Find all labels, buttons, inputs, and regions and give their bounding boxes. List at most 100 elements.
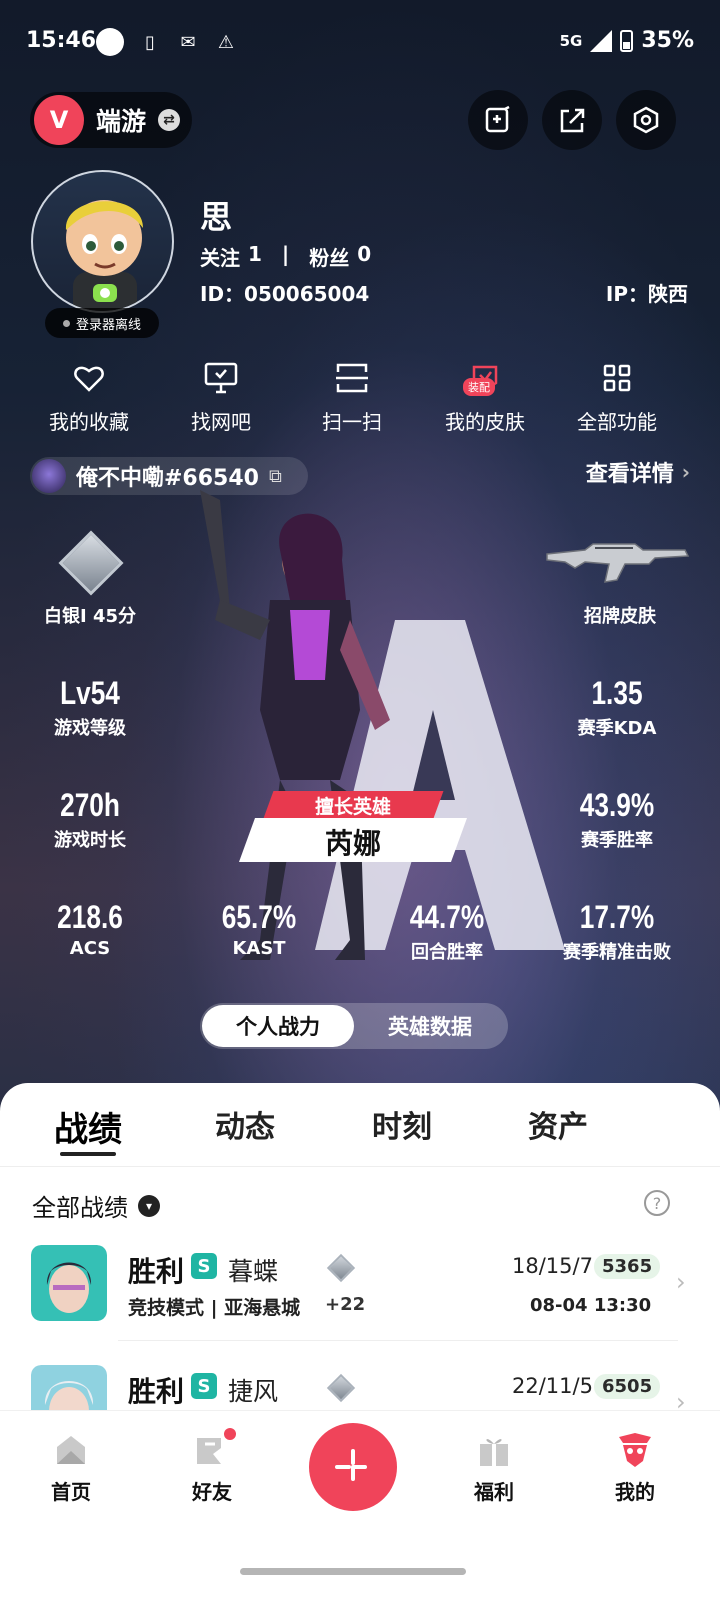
records-filter[interactable]: 全部战绩 ▾ bbox=[32, 1188, 160, 1223]
status-time: 15:46 bbox=[26, 28, 97, 53]
user-id: ID：050065004 bbox=[200, 282, 370, 306]
stat-headshot-value: 17.7% bbox=[579, 899, 655, 935]
toggle-hero-data[interactable]: 英雄数据 bbox=[354, 1005, 506, 1047]
home-icon bbox=[51, 1430, 91, 1470]
stat-winrate-label: 赛季胜率 bbox=[581, 830, 653, 851]
stat-kda-label: 赛季KDA bbox=[577, 718, 657, 739]
follow-stats: 关注 1 | 粉丝 0 bbox=[200, 242, 371, 271]
chevron-right-icon: › bbox=[676, 1268, 686, 1296]
quick-label-all-functions: 全部功能 bbox=[577, 410, 657, 434]
valorant-logo-icon: V bbox=[34, 95, 84, 145]
match-score: 6505 bbox=[594, 1374, 661, 1399]
tab-records[interactable]: 战绩 bbox=[54, 1102, 122, 1151]
stat-playtime: 270h 游戏时长 bbox=[15, 787, 165, 852]
app-switch-pill[interactable]: V 端游 ⇄ bbox=[30, 92, 192, 148]
follow-separator: | bbox=[281, 242, 290, 266]
avatar[interactable] bbox=[31, 170, 174, 313]
mode-chip-icon: S bbox=[191, 1373, 217, 1399]
avatar-character-image bbox=[65, 200, 143, 311]
view-details-label: 查看详情 bbox=[585, 462, 674, 487]
nav-mine-label: 我的 bbox=[615, 1480, 655, 1504]
notification-dot bbox=[224, 1428, 236, 1440]
fans-label[interactable]: 粉丝 bbox=[309, 242, 349, 271]
quick-scan[interactable]: 扫一扫 bbox=[282, 360, 422, 435]
quick-all-functions[interactable]: 全部功能 bbox=[547, 360, 687, 435]
settings-button[interactable] bbox=[616, 90, 676, 150]
friends-icon bbox=[192, 1428, 236, 1470]
login-status-text: 登录器离线 bbox=[75, 317, 141, 333]
match-date: 08-04 13:30 bbox=[530, 1295, 652, 1316]
stat-playtime-label: 游戏时长 bbox=[54, 830, 126, 851]
nav-friends[interactable]: 好友 bbox=[162, 1428, 262, 1505]
stat-kast-label: KAST bbox=[232, 938, 286, 959]
best-hero-tag: 擅长英雄 bbox=[314, 796, 391, 818]
heart-icon bbox=[71, 360, 107, 396]
share-button[interactable] bbox=[542, 90, 602, 150]
skin-icon: 装配 bbox=[463, 360, 503, 396]
tab-active-indicator bbox=[60, 1152, 116, 1156]
status-notification-icons: ▯ ✉ ⚠ bbox=[96, 28, 238, 56]
app-name: 端游 bbox=[96, 107, 147, 136]
row-divider bbox=[118, 1340, 678, 1341]
chevron-down-icon: ▾ bbox=[138, 1194, 160, 1217]
quick-favorites[interactable]: 我的收藏 bbox=[19, 360, 159, 435]
stat-kast-value: 65.7% bbox=[221, 899, 297, 935]
stat-level: Lv54 游戏等级 bbox=[15, 675, 165, 740]
offline-dot-icon bbox=[62, 319, 70, 327]
stat-acs: 218.6 ACS bbox=[15, 899, 165, 959]
phone-icon: ▯ bbox=[145, 31, 155, 53]
gift-icon bbox=[474, 1430, 514, 1470]
quick-label-favorites: 我的收藏 bbox=[49, 410, 129, 434]
match-rr-change: +22 bbox=[325, 1294, 366, 1315]
match-kda: 18/15/7 bbox=[512, 1254, 593, 1278]
match-result: 胜利 bbox=[128, 1255, 185, 1288]
match-mode-map: 竞技模式 | 亚海悬城 bbox=[128, 1297, 301, 1319]
records-filter-label: 全部战绩 bbox=[32, 1194, 128, 1222]
battery-icon bbox=[620, 29, 634, 52]
best-hero-name: 芮娜 bbox=[324, 827, 381, 860]
nav-benefits[interactable]: 福利 bbox=[444, 1430, 544, 1505]
quick-my-skins[interactable]: 装配 我的皮肤 bbox=[415, 360, 555, 435]
nav-mine[interactable]: 我的 bbox=[585, 1430, 685, 1505]
status-circle-icon bbox=[96, 28, 124, 56]
quick-label-scan: 扫一扫 bbox=[322, 410, 382, 434]
following-label[interactable]: 关注 bbox=[200, 242, 240, 271]
fans-count[interactable]: 0 bbox=[357, 242, 371, 271]
view-details-link[interactable]: 查看详情 › bbox=[586, 456, 690, 488]
nav-home[interactable]: 首页 bbox=[21, 1430, 121, 1505]
share-icon bbox=[560, 108, 585, 133]
stat-round-value: 44.7% bbox=[409, 899, 485, 935]
stat-kda: 1.35 赛季KDA bbox=[542, 675, 692, 740]
signature-skin-label: 招牌皮肤 bbox=[584, 606, 656, 627]
weapon-skin-icon[interactable] bbox=[545, 540, 690, 586]
settings-icon bbox=[633, 106, 659, 134]
edit-card-icon bbox=[485, 105, 510, 133]
riot-avatar bbox=[32, 459, 66, 493]
equip-badge: 装配 bbox=[463, 378, 495, 396]
ip-location: IP：陕西 bbox=[605, 282, 688, 306]
match-score: 5365 bbox=[594, 1254, 661, 1279]
toggle-personal-power[interactable]: 个人战力 bbox=[202, 1005, 354, 1047]
nav-benefits-label: 福利 bbox=[474, 1480, 514, 1504]
stat-acs-value: 218.6 bbox=[57, 899, 123, 935]
system-home-indicator[interactable] bbox=[240, 1568, 466, 1575]
stat-level-label: 游戏等级 bbox=[54, 718, 126, 739]
tab-feed[interactable]: 动态 bbox=[215, 1102, 275, 1146]
match-row[interactable] bbox=[31, 1245, 107, 1325]
match-agent-name: 捷风 bbox=[228, 1377, 279, 1406]
following-count[interactable]: 1 bbox=[248, 242, 262, 271]
stat-headshot-label: 赛季精准击败 bbox=[563, 942, 671, 963]
quick-label-my-skins: 我的皮肤 bbox=[445, 410, 525, 434]
stat-level-value: Lv54 bbox=[60, 675, 120, 711]
tab-assets[interactable]: 资产 bbox=[528, 1102, 588, 1146]
quick-label-find-cafe: 找网吧 bbox=[191, 410, 251, 434]
stat-round-winrate: 44.7% 回合胜率 bbox=[372, 899, 522, 964]
create-post-button[interactable] bbox=[309, 1423, 397, 1511]
tab-moments[interactable]: 时刻 bbox=[372, 1102, 432, 1146]
edit-card-button[interactable] bbox=[468, 90, 528, 150]
quick-find-cafe[interactable]: 找网吧 bbox=[151, 360, 291, 435]
match-kda: 22/11/5 bbox=[512, 1374, 593, 1398]
help-icon[interactable]: ? bbox=[644, 1190, 670, 1216]
mail-icon: ✉ bbox=[180, 31, 196, 53]
scan-icon bbox=[334, 360, 370, 396]
